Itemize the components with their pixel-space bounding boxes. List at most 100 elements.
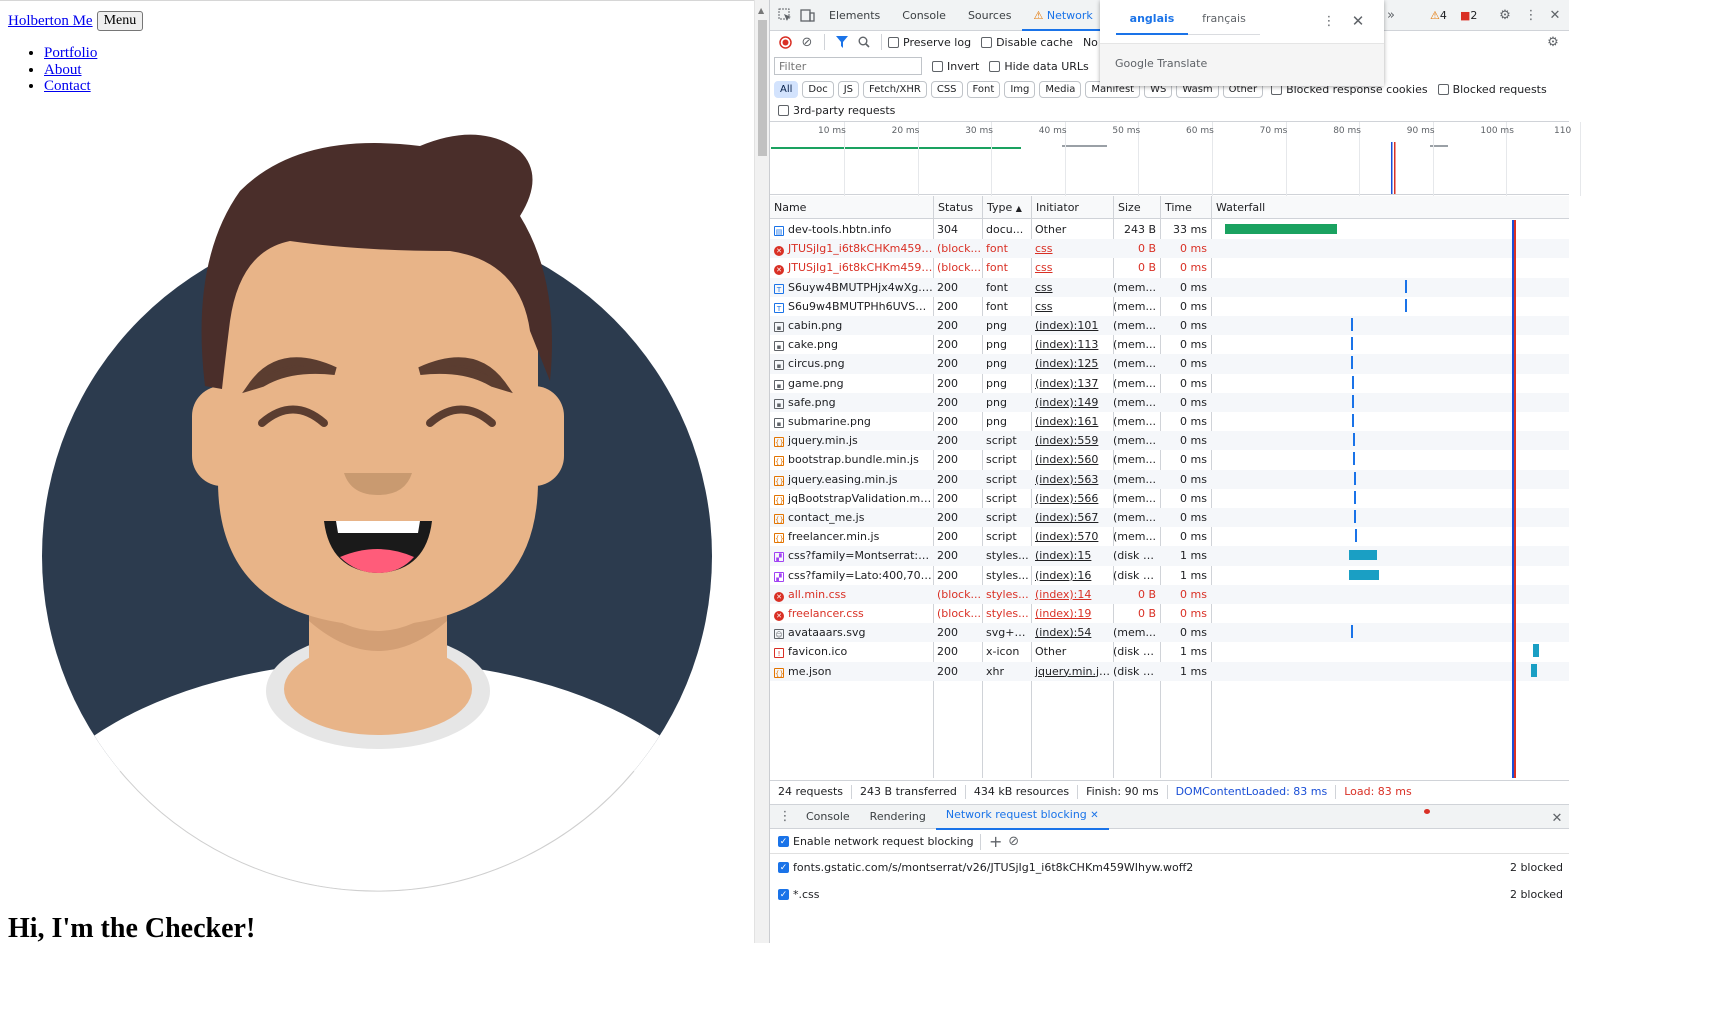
errors-badge[interactable]: ■2 [1460,9,1477,22]
hide-data-urls-box[interactable] [989,60,1001,72]
network-request-row[interactable]: {} jquery.easing.min.js 200 script (index):5… [770,469,1569,489]
network-request-row[interactable]: ▪ submarine.png 200 png (index):161 (mem... 0 … [770,412,1569,431]
block-pattern-row[interactable]: ✓ *.css 2 blocked [770,881,1569,908]
network-request-row[interactable]: ☺ avataaars.svg 200 svg+x... (index):54 (mem.… [770,623,1569,643]
network-request-row[interactable]: ▪ game.png 200 png (index):137 (mem... 0 ms [770,374,1569,393]
brand-link[interactable]: Holberton Me [8,13,93,30]
filter-input[interactable] [774,57,922,75]
col-waterfall[interactable]: Waterfall [1211,196,1569,219]
close-drawer-icon[interactable]: ✕ [1546,807,1568,829]
translate-tab-french[interactable]: français [1188,12,1260,35]
nav-link-contact[interactable]: Contact [44,78,91,94]
add-pattern-icon[interactable]: + [987,831,1005,853]
drawer-tab-request-blocking[interactable]: Network request blocking ✕ [935,803,1109,830]
tab-elements[interactable]: Elements [818,0,891,31]
cell-initiator[interactable]: (index):14 [1031,585,1113,604]
search-icon[interactable] [853,31,875,53]
tab-network[interactable]: ⚠ Network [1022,0,1104,31]
inspect-element-icon[interactable] [774,4,796,26]
cell-initiator[interactable]: (index):149 [1031,393,1113,412]
disable-cache-checkbox[interactable]: Disable cache [981,36,1073,49]
network-request-row[interactable]: {} me.json 200 xhr jquery.min.js:2 (disk c...… [770,661,1569,681]
network-request-row[interactable]: ! favicon.ico 200 x-icon Other (disk c... 1 ms [770,642,1569,661]
type-chip-fetch-xhr[interactable]: Fetch/XHR [863,80,927,98]
drawer-menu-icon[interactable]: ⋮ [774,806,796,828]
hide-data-urls-checkbox[interactable]: Hide data URLs [989,60,1089,73]
preserve-log-checkbox[interactable]: Preserve log [888,36,971,49]
network-overview-timeline[interactable]: 10 ms 20 ms 30 ms 40 ms 50 ms 60 ms 70 ms 80 ms… [770,121,1581,196]
cell-initiator[interactable]: (index):566 [1031,489,1113,508]
pattern-checkbox[interactable]: ✓ fonts.gstatic.com/s/montserrat/v26/JTUS… [778,861,1193,874]
translate-close-icon[interactable]: ✕ [1347,10,1369,32]
col-status[interactable]: Status [933,196,982,219]
pattern-box[interactable]: ✓ [778,889,789,900]
network-request-row[interactable]: {} jquery.min.js 200 script (index):559 (mem.… [770,431,1569,451]
network-request-row[interactable]: ✕ JTUSjIg1_i6t8kCHKm459W... (block... font c… [770,239,1569,259]
kebab-menu-icon[interactable]: ⋮ [1520,4,1542,26]
filter-funnel-icon[interactable] [831,31,853,53]
nav-link-portfolio[interactable]: Portfolio [44,45,97,61]
scroll-up-arrow-icon[interactable]: ▲ [758,6,764,15]
more-tabs-icon[interactable]: » [1387,8,1395,23]
cell-initiator[interactable]: (index):567 [1031,508,1113,527]
cell-initiator[interactable]: (index):161 [1031,412,1113,431]
warnings-badge[interactable]: ⚠4 [1430,9,1447,22]
network-request-row[interactable]: {} jqBootstrapValidation.min.js 200 script (… [770,489,1569,508]
network-request-row[interactable]: {} contact_me.js 200 script (index):567 (mem.… [770,508,1569,528]
network-request-row[interactable]: ▞ css?family=Montserrat:400... 200 styles..… [770,546,1569,566]
cell-initiator[interactable]: (index):560 [1031,450,1113,469]
invert-checkbox[interactable]: Invert [932,60,979,73]
network-request-row[interactable]: T S6uyw4BMUTPHjx4wXg.w... 200 font css (mem..… [770,277,1569,297]
network-settings-gear-icon[interactable]: ⚙ [1542,31,1564,53]
type-chip-img[interactable]: Img [1004,80,1036,98]
col-name[interactable]: Name [770,196,933,219]
network-request-row[interactable]: ▪ cabin.png 200 png (index):101 (mem... 0 ms [770,316,1569,336]
pattern-checkbox[interactable]: ✓ *.css [778,888,820,901]
network-request-row[interactable]: ▪ cake.png 200 png (index):113 (mem... 0 ms [770,335,1569,354]
block-pattern-row[interactable]: ✓ fonts.gstatic.com/s/montserrat/v26/JTUS… [770,854,1569,881]
cell-initiator[interactable]: (index):137 [1031,374,1113,393]
third-party-box[interactable] [778,104,789,116]
cell-initiator[interactable]: (index):570 [1031,527,1113,546]
network-request-row[interactable]: ▪ safe.png 200 png (index):149 (mem... 0 ms [770,392,1569,412]
enable-blocking-box[interactable]: ✓ [778,836,789,847]
device-toolbar-icon[interactable] [796,4,818,26]
cell-initiator[interactable]: css [1031,278,1113,297]
cell-initiator[interactable]: (index):54 [1031,623,1113,642]
network-request-row[interactable]: {} bootstrap.bundle.min.js 200 script (index… [770,450,1569,469]
translate-options-icon[interactable]: ⋮ [1318,10,1340,32]
network-request-row[interactable]: ✕ JTUSjIg1_i6t8kCHKm459W... (block... font c… [770,258,1569,277]
cell-initiator[interactable]: (index):559 [1031,431,1113,450]
throttle-select[interactable]: No [1083,36,1098,49]
network-request-row[interactable]: ✕ freelancer.css (block... styles... (index)… [770,604,1569,623]
record-stop-icon[interactable] [774,31,796,53]
col-size[interactable]: Size [1113,196,1160,219]
type-chip-all[interactable]: All [774,80,799,98]
scroll-thumb[interactable] [758,20,767,156]
nav-link-about[interactable]: About [44,62,82,78]
blocked-requests-box[interactable] [1437,83,1449,95]
menu-button[interactable]: Menu [96,11,144,31]
drawer-tab-rendering[interactable]: Rendering [860,805,936,829]
cell-initiator[interactable]: (index):125 [1031,354,1113,373]
clear-icon[interactable]: ⊘ [796,31,818,53]
cell-initiator[interactable]: Other [1031,642,1113,661]
cell-initiator[interactable]: css [1031,297,1113,316]
col-type[interactable]: Type ▲ [982,196,1031,219]
blocked-requests-checkbox[interactable]: Blocked requests [1437,83,1547,96]
close-tab-icon[interactable]: ✕ [1090,810,1098,821]
pattern-box[interactable]: ✓ [778,862,789,873]
close-devtools-icon[interactable]: ✕ [1544,4,1566,26]
cell-initiator[interactable]: jquery.min.js:2 [1031,662,1113,681]
cell-initiator[interactable]: (index):19 [1031,604,1113,623]
network-request-row[interactable]: ▤ dev-tools.hbtn.info 304 docu... Other 243 B… [770,220,1569,239]
type-chip-font[interactable]: Font [966,80,1001,98]
col-initiator[interactable]: Initiator [1031,196,1113,219]
cell-initiator[interactable]: (index):16 [1031,566,1113,585]
settings-gear-icon[interactable]: ⚙ [1494,4,1516,26]
enable-blocking-checkbox[interactable]: ✓ Enable network request blocking [778,835,974,848]
type-chip-media[interactable]: Media [1039,80,1082,98]
network-request-row[interactable]: ▞ css?family=Lato:400,700,4... 200 styles..… [770,566,1569,585]
cell-initiator[interactable]: (index):113 [1031,335,1113,354]
page-scrollbar[interactable]: ▲ [754,0,769,943]
